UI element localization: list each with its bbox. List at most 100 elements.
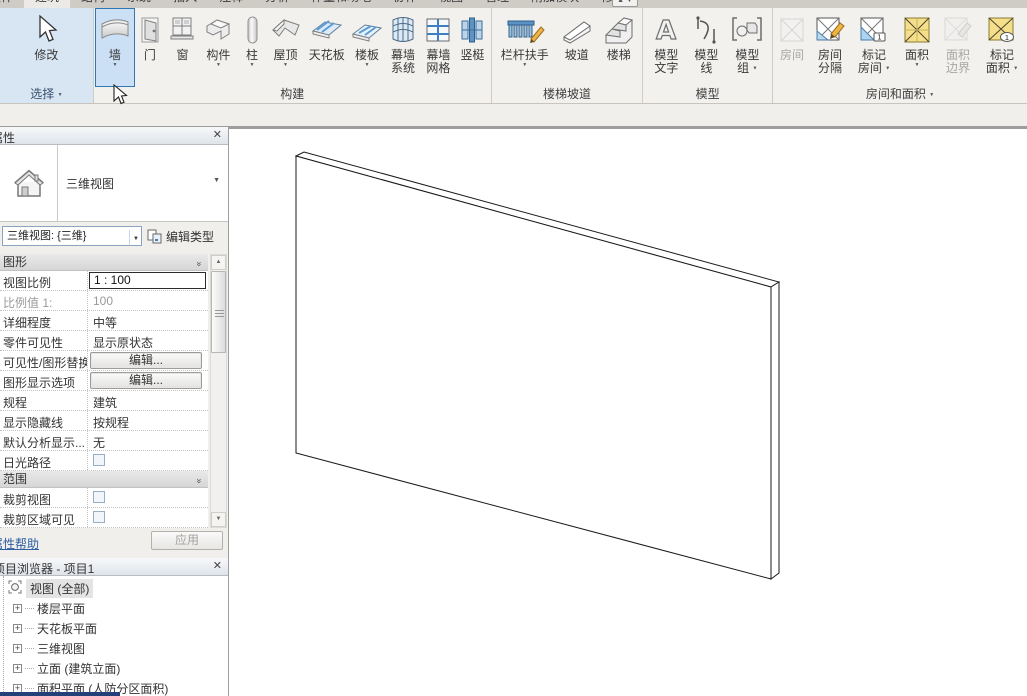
tree-item-floor-plans[interactable]: + 楼层平面 <box>0 598 228 618</box>
model-group-button[interactable]: 模型组 ▼ <box>725 9 769 86</box>
mullion-button[interactable]: 竖梃 <box>456 9 489 86</box>
tab-analyze[interactable]: 分析 <box>254 0 300 8</box>
wall-3d-view[interactable] <box>229 129 1027 696</box>
roof-button[interactable]: 屋顶 ▼ <box>266 9 304 86</box>
close-icon[interactable]: ✕ <box>213 128 222 141</box>
railing-button[interactable]: 栏杆扶手 ▼ <box>494 9 556 86</box>
scrollbar-thumb[interactable] <box>211 271 226 353</box>
area-button[interactable]: 面积 ▼ <box>897 9 937 86</box>
tree-item-label[interactable]: 天花板平面 <box>37 620 97 637</box>
ramp-label: 坡道 <box>565 48 589 62</box>
tree-root-views[interactable]: 视图 (全部) <box>0 578 228 598</box>
type-preview-box <box>0 145 58 221</box>
tab-structure[interactable]: 结构 <box>70 0 116 8</box>
prop-value[interactable]: 按规程 <box>88 411 208 430</box>
room-separator-button[interactable]: 房间分隔 <box>809 9 851 86</box>
tag-area-button[interactable]: 1 标记面积 ▼ <box>979 9 1025 86</box>
edit-type-icon <box>147 229 162 244</box>
prop-row-hidden-lines: 显示隐藏线 按规程 <box>0 411 208 431</box>
curtain-system-button[interactable]: 幕墙系统 <box>385 9 420 86</box>
ceiling-icon <box>309 11 345 49</box>
properties-title-bar[interactable]: 属性 ✕ <box>0 127 228 145</box>
tree-item-label[interactable]: 楼层平面 <box>37 600 85 617</box>
tree-item-3d-views[interactable]: + 三维视图 <box>0 638 228 658</box>
crop-view-checkbox[interactable] <box>93 491 105 503</box>
apply-button[interactable]: 应用 <box>151 531 223 550</box>
panel-label-room-area[interactable]: 房间和面积 ▼ <box>773 86 1027 103</box>
expand-icon[interactable]: + <box>13 644 22 653</box>
tab-addins[interactable]: 附加模块 <box>520 0 590 8</box>
area-boundary-label-1: 面积 <box>946 48 970 62</box>
project-browser-title-bar[interactable]: 项目浏览器 - 项目1 ✕ <box>0 558 228 576</box>
tab-massing-site[interactable]: 体量和场地 <box>300 0 382 8</box>
tab-file[interactable]: 文件 <box>0 0 24 8</box>
modify-button[interactable]: 修改 <box>14 9 78 86</box>
tree-root-label[interactable]: 视图 (全部) <box>26 579 93 598</box>
type-selector[interactable]: 三维视图 ▼ <box>0 145 228 222</box>
scroll-down-icon[interactable]: ▼ <box>211 512 226 527</box>
tab-view[interactable]: 视图 <box>428 0 474 8</box>
ramp-button[interactable]: 坡道 <box>556 9 598 86</box>
model-line-button[interactable]: 模型线 <box>687 9 725 86</box>
scroll-up-icon[interactable]: ▲ <box>211 255 226 270</box>
tab-systems[interactable]: 系统 <box>116 0 162 8</box>
window-button[interactable]: 窗 <box>166 9 200 86</box>
chevron-down-icon[interactable]: ▼ <box>213 177 220 184</box>
component-button[interactable]: 构件 ▼ <box>199 9 237 86</box>
panel-label-model[interactable]: 模型 <box>643 86 772 103</box>
prop-value[interactable]: 中等 <box>88 311 208 330</box>
expand-icon[interactable]: + <box>13 604 22 613</box>
stair-button[interactable]: 楼梯 <box>598 9 640 86</box>
curtain-grid-button[interactable]: 幕墙网格 <box>421 9 456 86</box>
expand-icon[interactable]: + <box>13 624 22 633</box>
sun-path-checkbox[interactable] <box>93 454 105 466</box>
tree-item-label[interactable]: 立面 (建筑立面) <box>37 660 120 677</box>
prop-value[interactable]: 建筑 <box>88 391 208 410</box>
properties-scrollbar[interactable]: ▲ ▼ <box>210 254 227 528</box>
curtain-system-label-2: 系统 <box>391 61 415 75</box>
prop-row-detail-level: 详细程度 中等 <box>0 311 208 331</box>
browser-tree: 视图 (全部) + 楼层平面 + 天花板平面 + 三维视图 + 立面 (建筑立面… <box>0 576 228 696</box>
door-icon <box>135 11 165 49</box>
ceiling-button[interactable]: 天花板 <box>305 9 349 86</box>
panel-label-build[interactable]: 构建 <box>94 86 491 103</box>
chevron-down-icon: ▼ <box>522 62 527 69</box>
floor-button[interactable]: 楼板 ▼ <box>349 9 385 86</box>
wall-button[interactable]: 墙 ▼ <box>96 9 134 86</box>
tree-item-elevations[interactable]: + 立面 (建筑立面) <box>0 658 228 678</box>
crop-visible-checkbox[interactable] <box>93 511 105 523</box>
drawing-area[interactable] <box>229 127 1027 696</box>
mullion-label: 竖梃 <box>460 48 484 62</box>
prop-value[interactable]: 无 <box>88 431 208 450</box>
area-boundary-button: 面积边界 <box>937 9 979 86</box>
prop-label: 裁剪区域可见 <box>0 508 88 527</box>
tab-manage[interactable]: 管理 <box>474 0 520 8</box>
close-icon[interactable]: ✕ <box>213 559 222 572</box>
tab-insert[interactable]: 插入 <box>162 0 208 8</box>
prop-row-vg-overrides: 可见性/图形替换 编辑... <box>0 351 208 371</box>
ribbon-minimize-button[interactable]: ▲▼ <box>612 0 638 7</box>
section-header-extents[interactable]: 范围» <box>0 471 208 488</box>
panel-label-circulation[interactable]: 楼梯坡道 <box>492 86 643 103</box>
expand-icon[interactable]: + <box>13 664 22 673</box>
view-scale-input[interactable]: 1 : 100 <box>89 272 206 289</box>
properties-help-link[interactable]: 属性帮助 <box>0 535 39 552</box>
room-separator-label-1: 房间 <box>818 48 842 62</box>
panel-label-select[interactable]: 选择 ▼ <box>0 86 93 103</box>
edit-type-button[interactable]: 编辑类型 <box>147 228 214 245</box>
section-header-graphics[interactable]: 图形» <box>0 254 208 271</box>
house-icon <box>9 163 49 203</box>
tab-collaborate[interactable]: 协作 <box>382 0 428 8</box>
door-button[interactable]: 门 <box>134 9 166 86</box>
tag-room-button[interactable]: 1 标记房间 ▼ <box>851 9 897 86</box>
instance-selector[interactable]: 三维视图: {三维} ▼ <box>2 226 142 246</box>
tab-annotate[interactable]: 注释 <box>208 0 254 8</box>
model-text-button[interactable]: A 模型文字 <box>645 9 687 86</box>
tab-architecture[interactable]: 建筑 <box>24 0 70 8</box>
edit-button[interactable]: 编辑... <box>90 372 202 389</box>
column-button[interactable]: 柱 ▼ <box>238 9 267 86</box>
tree-item-ceiling-plans[interactable]: + 天花板平面 <box>0 618 228 638</box>
tree-item-label[interactable]: 三维视图 <box>37 640 85 657</box>
edit-button[interactable]: 编辑... <box>90 352 202 369</box>
prop-value[interactable]: 显示原状态 <box>88 331 208 350</box>
